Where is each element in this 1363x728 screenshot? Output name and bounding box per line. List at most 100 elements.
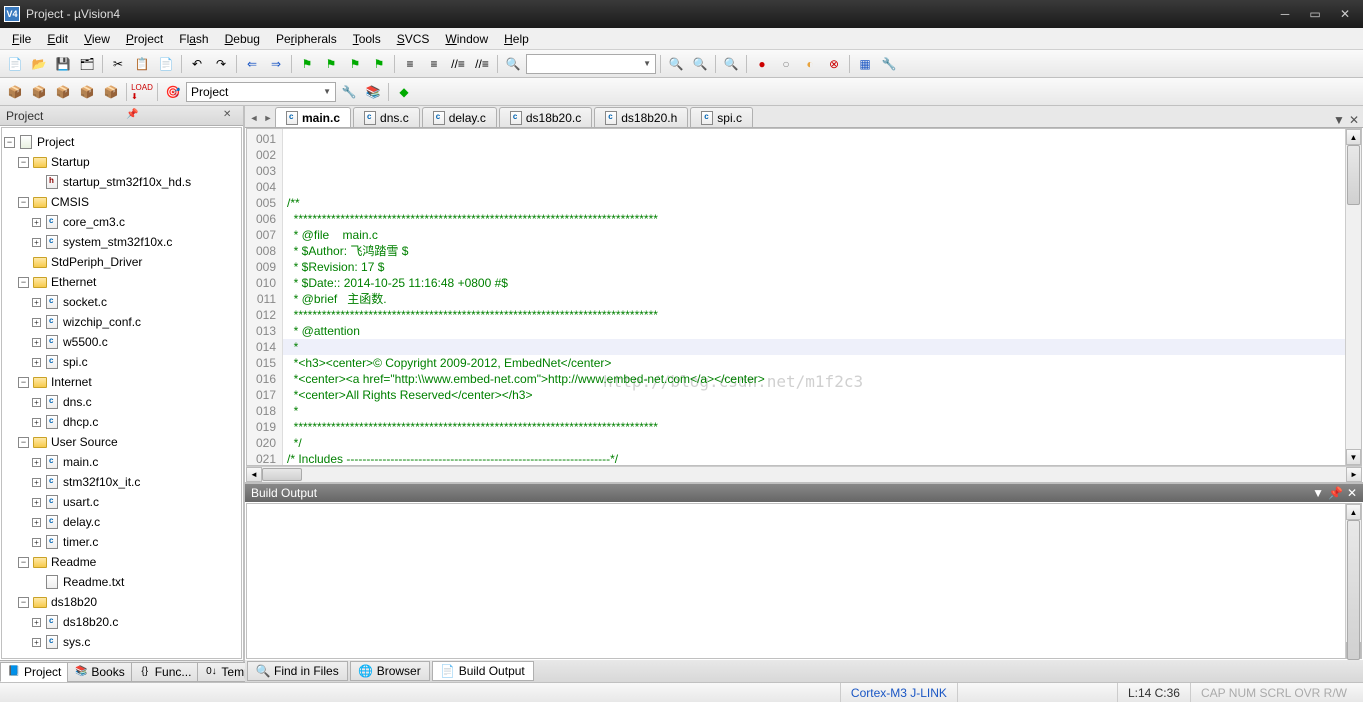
panel-pin-icon[interactable]: 📌: [1328, 486, 1343, 500]
bookmark-clear-icon[interactable]: ⚑: [368, 53, 390, 75]
tree-expand-icon[interactable]: +: [32, 318, 41, 327]
tree-toggle-icon[interactable]: −: [18, 377, 29, 388]
tree-node[interactable]: +timer.c: [4, 532, 239, 552]
pin-icon[interactable]: 📌: [126, 109, 140, 123]
maximize-button[interactable]: ▭: [1301, 4, 1329, 24]
outdent-icon[interactable]: ≡: [423, 53, 445, 75]
tree-expand-icon[interactable]: +: [32, 238, 41, 247]
find-in-files-icon[interactable]: 🔍: [665, 53, 687, 75]
tree-node[interactable]: +w5500.c: [4, 332, 239, 352]
tree-node[interactable]: Readme.txt: [4, 572, 239, 592]
editor-vscrollbar[interactable]: ▲ ▼: [1345, 129, 1361, 465]
tree-node[interactable]: +main.c: [4, 452, 239, 472]
menu-view[interactable]: View: [76, 30, 118, 48]
bookmark-icon[interactable]: ⚑: [296, 53, 318, 75]
tree-toggle-icon[interactable]: −: [18, 197, 29, 208]
manage-icon[interactable]: 📚: [362, 81, 384, 103]
rebuild-icon[interactable]: 📦: [52, 81, 74, 103]
indent-icon[interactable]: ≡: [399, 53, 421, 75]
tree-node[interactable]: +usart.c: [4, 492, 239, 512]
uncomment-icon[interactable]: //≡: [471, 53, 493, 75]
cut-icon[interactable]: ✂: [107, 53, 129, 75]
panel-dropdown-icon[interactable]: ▼: [1312, 486, 1324, 500]
tree-node[interactable]: −Startup: [4, 152, 239, 172]
project-tree[interactable]: −Project−Startupstartup_stm32f10x_hd.s−C…: [1, 127, 242, 659]
save-all-icon[interactable]: 🗂: [76, 53, 98, 75]
paste-icon[interactable]: 📄: [155, 53, 177, 75]
tree-expand-icon[interactable]: +: [32, 498, 41, 507]
project-tab-books[interactable]: 📚Books: [67, 662, 131, 682]
menu-help[interactable]: Help: [496, 30, 537, 48]
tree-node[interactable]: +stm32f10x_it.c: [4, 472, 239, 492]
incremental-find-icon[interactable]: 🔍: [689, 53, 711, 75]
code-content[interactable]: http://blog.csdn.net/m1f2c3 /** ********…: [283, 129, 1345, 465]
tab-nav-left-icon[interactable]: ◄: [247, 109, 261, 127]
tab-nav-right-icon[interactable]: ►: [261, 109, 275, 127]
project-tab-func[interactable]: {}Func...: [131, 662, 199, 682]
tree-toggle-icon[interactable]: −: [18, 277, 29, 288]
tree-node[interactable]: −Project: [4, 132, 239, 152]
code-editor[interactable]: 0010020030040050060070080090100110120130…: [246, 128, 1362, 466]
find-icon[interactable]: 🔍: [502, 53, 524, 75]
tree-expand-icon[interactable]: +: [32, 518, 41, 527]
tree-node[interactable]: +delay.c: [4, 512, 239, 532]
menu-debug[interactable]: Debug: [217, 30, 268, 48]
output-tab-browser[interactable]: 🌐Browser: [350, 661, 430, 681]
download-icon[interactable]: LOAD⬇: [131, 81, 153, 103]
tree-expand-icon[interactable]: +: [32, 618, 41, 627]
new-file-icon[interactable]: 📄: [4, 53, 26, 75]
debug-icon[interactable]: 🔍: [720, 53, 742, 75]
tree-node[interactable]: StdPeriph_Driver: [4, 252, 239, 272]
tree-expand-icon[interactable]: +: [32, 398, 41, 407]
configure-icon[interactable]: 🔧: [878, 53, 900, 75]
file-tab-delay-c[interactable]: delay.c: [422, 107, 497, 127]
debugger-status[interactable]: Cortex-M3 J-LINK: [840, 683, 957, 702]
copy-icon[interactable]: 📋: [131, 53, 153, 75]
tree-node[interactable]: −Internet: [4, 372, 239, 392]
minimize-button[interactable]: ─: [1271, 4, 1299, 24]
tree-toggle-icon[interactable]: −: [18, 557, 29, 568]
menu-svcs[interactable]: SVCS: [389, 30, 438, 48]
scroll-down-icon[interactable]: ▼: [1346, 449, 1361, 465]
tree-expand-icon[interactable]: +: [32, 298, 41, 307]
menu-window[interactable]: Window: [437, 30, 496, 48]
menu-flash[interactable]: Flash: [171, 30, 216, 48]
bookmark-next-icon[interactable]: ⚑: [344, 53, 366, 75]
bookmark-prev-icon[interactable]: ⚑: [320, 53, 342, 75]
tree-node[interactable]: +ds18b20.c: [4, 612, 239, 632]
tree-node[interactable]: −ds18b20: [4, 592, 239, 612]
panel-close-icon[interactable]: ✕: [1347, 486, 1357, 500]
tree-expand-icon[interactable]: +: [32, 458, 41, 467]
panel-close-icon[interactable]: ✕: [223, 109, 237, 123]
tree-node[interactable]: +system_stm32f10x.c: [4, 232, 239, 252]
tree-node[interactable]: −Readme: [4, 552, 239, 572]
scroll-up-icon[interactable]: ▲: [1346, 129, 1361, 145]
tab-close-icon[interactable]: ✕: [1349, 113, 1359, 127]
find-combo[interactable]: ▼: [526, 54, 656, 74]
file-tab-ds18b20-c[interactable]: ds18b20.c: [499, 107, 592, 127]
tree-toggle-icon[interactable]: −: [4, 137, 15, 148]
menu-file[interactable]: File: [4, 30, 39, 48]
tree-expand-icon[interactable]: +: [32, 418, 41, 427]
file-tab-ds18b20-h[interactable]: ds18b20.h: [594, 107, 688, 127]
breakpoint-kill-icon[interactable]: ⊗: [823, 53, 845, 75]
menu-edit[interactable]: Edit: [39, 30, 76, 48]
tree-node[interactable]: −CMSIS: [4, 192, 239, 212]
file-tab-main-c[interactable]: main.c: [275, 107, 351, 127]
close-button[interactable]: ✕: [1331, 4, 1359, 24]
build-vscrollbar[interactable]: ▲ ▼: [1345, 504, 1361, 658]
menu-project[interactable]: Project: [118, 30, 171, 48]
output-tab-build-output[interactable]: 📄Build Output: [432, 661, 534, 681]
nav-forward-icon[interactable]: ⇒: [265, 53, 287, 75]
save-icon[interactable]: 💾: [52, 53, 74, 75]
scroll-up-icon[interactable]: ▲: [1346, 504, 1361, 520]
scroll-right-icon[interactable]: ►: [1346, 467, 1362, 482]
file-tab-spi-c[interactable]: spi.c: [690, 107, 753, 127]
scroll-thumb[interactable]: [262, 468, 302, 481]
file-tab-dns-c[interactable]: dns.c: [353, 107, 420, 127]
redo-icon[interactable]: ↷: [210, 53, 232, 75]
scroll-thumb[interactable]: [1347, 520, 1360, 660]
tree-node[interactable]: +sys.c: [4, 632, 239, 652]
tree-node[interactable]: −User Source: [4, 432, 239, 452]
target-combo[interactable]: Project▼: [186, 82, 336, 102]
